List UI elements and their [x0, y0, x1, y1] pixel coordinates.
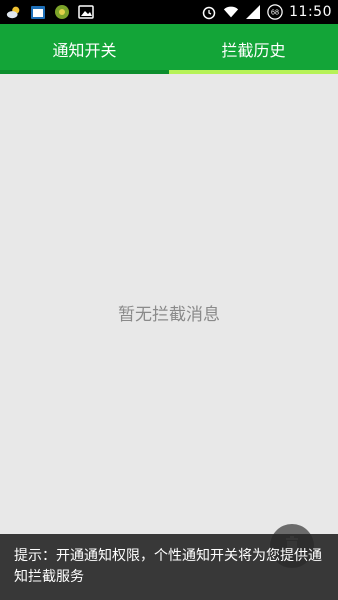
app-badge-icon — [54, 4, 70, 20]
tab-notification-switch-label: 通知开关 — [52, 41, 117, 60]
battery-level-text: 68 — [271, 9, 279, 17]
tab-notification-switch[interactable]: 通知开关 — [0, 24, 169, 74]
signal-icon — [245, 4, 261, 20]
calendar-icon — [30, 4, 46, 20]
permission-tip: 提示：开通通知权限，个性通知开关将为您提供通知拦截服务 — [0, 534, 338, 600]
tab-intercept-history-label: 拦截历史 — [221, 41, 286, 60]
status-right-icons: 68 11:50 — [201, 4, 332, 20]
weather-cloud-icon — [6, 4, 22, 20]
status-time: 11:50 — [289, 4, 332, 20]
status-left-icons — [6, 4, 94, 20]
battery-icon: 68 — [267, 4, 283, 20]
tab-intercept-history[interactable]: 拦截历史 — [169, 24, 338, 74]
wifi-icon — [223, 4, 239, 20]
empty-message: 暂无拦截消息 — [118, 304, 220, 325]
tab-bar: 通知开关 拦截历史 — [0, 24, 338, 74]
history-list-area: 暂无拦截消息 — [0, 74, 338, 534]
image-icon — [78, 4, 94, 20]
status-bar: 68 11:50 — [0, 0, 338, 24]
alarm-icon — [201, 4, 217, 20]
permission-tip-text: 提示：开通通知权限，个性通知开关将为您提供通知拦截服务 — [14, 548, 322, 585]
